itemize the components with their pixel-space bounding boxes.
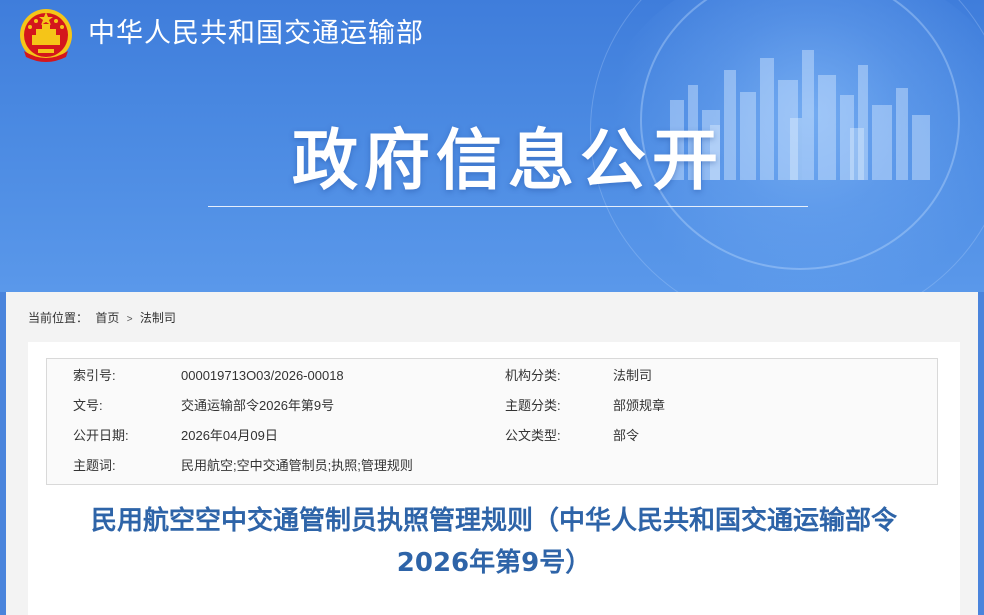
date-value: 2026年04月09日 xyxy=(181,428,278,443)
meta-row: 公开日期: 2026年04月09日 公文类型: 部令 xyxy=(47,421,939,451)
doc-no-value: 交通运输部令2026年第9号 xyxy=(181,398,335,413)
document-title-line1: 民用航空空中交通管制员执照管理规则（中华人民共和国交通运输部令 xyxy=(90,506,897,536)
index-no-value: 000019713O03/2026-00018 xyxy=(181,368,344,383)
topic-value: 部颁规章 xyxy=(613,398,666,413)
meta-row: 主题词: 民用航空;空中交通管制员;执照;管理规则 xyxy=(47,451,939,481)
document-title-line2: 2026年第9号） xyxy=(396,548,592,578)
keywords-value: 民用航空;空中交通管制员;执照;管理规则 xyxy=(181,458,413,473)
article-card: 索引号: 000019713O03/2026-00018 机构分类: 法制司 文… xyxy=(28,342,960,615)
breadcrumb-prefix: 当前位置： xyxy=(28,311,89,325)
banner-divider xyxy=(208,206,808,207)
type-label: 公文类型: xyxy=(505,428,561,443)
org-value: 法制司 xyxy=(613,368,653,383)
document-title: 民用航空空中交通管制员执照管理规则（中华人民共和国交通运输部令 2026年第9号… xyxy=(28,500,960,584)
keywords-label: 主题词: xyxy=(73,458,116,473)
metadata-table: 索引号: 000019713O03/2026-00018 机构分类: 法制司 文… xyxy=(46,358,938,485)
content-panel: 当前位置： 首页 > 法制司 索引号: 000019713O03/2026-00… xyxy=(6,292,978,615)
banner-title: 政府信息公开 xyxy=(292,122,724,199)
topic-label: 主题分类: xyxy=(505,398,561,413)
org-label: 机构分类: xyxy=(505,368,561,383)
national-emblem-icon xyxy=(20,9,72,62)
breadcrumb: 当前位置： 首页 > 法制司 xyxy=(28,308,180,328)
ministry-name[interactable]: 中华人民共和国交通运输部 xyxy=(88,14,424,54)
date-label: 公开日期: xyxy=(73,428,129,443)
meta-row: 索引号: 000019713O03/2026-00018 机构分类: 法制司 xyxy=(47,361,939,391)
breadcrumb-home-link[interactable]: 首页 xyxy=(95,311,119,325)
index-no-label: 索引号: xyxy=(73,368,116,383)
breadcrumb-separator: > xyxy=(126,314,133,325)
doc-no-label: 文号: xyxy=(73,398,103,413)
meta-row: 文号: 交通运输部令2026年第9号 主题分类: 部颁规章 xyxy=(47,391,939,421)
breadcrumb-current-link[interactable]: 法制司 xyxy=(140,311,176,325)
type-value: 部令 xyxy=(613,428,640,443)
header-banner: 中华人民共和国交通运输部 政府信息公开 xyxy=(0,0,984,292)
